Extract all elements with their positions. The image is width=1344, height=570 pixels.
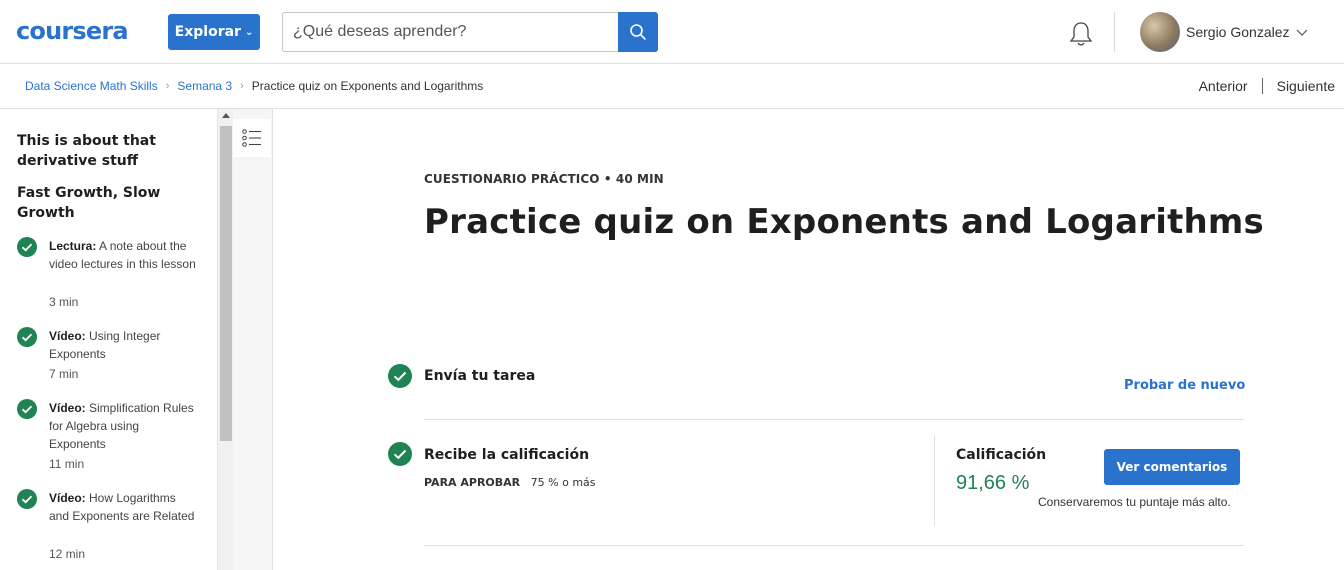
search-icon: [630, 24, 646, 40]
submit-step-label: Envía tu tarea: [424, 368, 536, 384]
user-name[interactable]: Sergio Gonzalez: [1186, 22, 1290, 42]
item-duration: 7 min: [49, 367, 79, 381]
grade-label: Calificación: [956, 447, 1047, 463]
item-type: Vídeo:: [49, 491, 86, 505]
check-circle-icon: [17, 399, 37, 419]
chevron-right-icon: ›: [165, 80, 170, 92]
nav-divider: [1261, 78, 1263, 94]
list-icon: [242, 129, 261, 147]
item-type: Vídeo:: [49, 329, 86, 343]
chevron-right-icon: ›: [240, 80, 244, 92]
item-text: Lectura: A note about the video lectures…: [49, 237, 199, 273]
breadcrumb-current: Practice quiz on Exponents and Logarithm…: [251, 79, 484, 93]
item-text: Vídeo: Using Integer Exponents: [49, 327, 199, 363]
view-feedback-button[interactable]: Ver comentarios: [1104, 449, 1240, 485]
check-circle-icon: [388, 364, 412, 388]
chevron-down-icon: ⌄: [244, 26, 254, 38]
item-duration: 3 min: [49, 295, 79, 309]
item-type: Vídeo:: [49, 401, 86, 415]
scrollbar-thumb[interactable]: [220, 126, 232, 441]
breadcrumb-bar: Data Science Math Skills › Semana 3 › Pr…: [0, 64, 1344, 109]
item-type: Lectura:: [49, 239, 97, 253]
explore-label: Explorar: [174, 24, 241, 40]
bell-icon[interactable]: [1068, 20, 1094, 48]
previous-link[interactable]: Anterior: [1199, 78, 1248, 94]
keep-highest-note: Conservaremos tu puntaje más alto.: [1038, 495, 1231, 509]
item-kicker: CUESTIONARIO PRÁCTICO • 40 MIN: [424, 172, 664, 186]
outline-toggle-column: [233, 109, 273, 570]
coursera-logo[interactable]: coursera: [16, 17, 129, 45]
grade-value: 91,66 %: [956, 472, 1030, 494]
item-text: Vídeo: How Logarithms and Exponents are …: [49, 489, 199, 525]
divider: [424, 545, 1244, 546]
scroll-up-icon[interactable]: [222, 113, 230, 118]
breadcrumb-course[interactable]: Data Science Math Skills: [25, 79, 158, 93]
chevron-down-icon[interactable]: [1296, 26, 1308, 38]
header-divider: [1114, 12, 1115, 52]
grade-divider: [934, 436, 935, 526]
prev-next-nav: Anterior Siguiente: [1199, 78, 1335, 94]
page-title: Practice quiz on Exponents and Logarithm…: [424, 202, 1264, 242]
section-title[interactable]: Fast Growth, Slow Growth: [17, 183, 207, 223]
explore-button[interactable]: Explorar ⌄: [168, 14, 260, 50]
pass-label: PARA APROBAR: [424, 476, 521, 489]
outline-toggle-button[interactable]: [233, 119, 271, 157]
item-duration: 12 min: [49, 547, 86, 561]
search-button[interactable]: [618, 12, 658, 52]
search-placeholder: ¿Qué deseas aprender?: [293, 23, 467, 40]
breadcrumb-week[interactable]: Semana 3: [177, 79, 232, 93]
check-circle-icon: [388, 442, 412, 466]
next-link[interactable]: Siguiente: [1277, 78, 1335, 94]
item-text: Vídeo: Simplification Rules for Algebra …: [49, 399, 199, 453]
retry-link[interactable]: Probar de nuevo: [1124, 378, 1245, 393]
grade-step-label: Recibe la calificación: [424, 447, 590, 463]
sidebar-scrollbar[interactable]: [217, 109, 233, 570]
search-input[interactable]: ¿Qué deseas aprender?: [282, 12, 619, 52]
course-outline-sidebar: This is about that derivative stuff Fast…: [0, 109, 217, 570]
top-header: coursera Explorar ⌄ ¿Qué deseas aprender…: [0, 0, 1344, 64]
section-title[interactable]: This is about that derivative stuff: [17, 131, 207, 171]
check-circle-icon: [17, 489, 37, 509]
pass-value: 75 % o más: [530, 476, 596, 489]
passing-requirement: PARA APROBAR 75 % o más: [424, 476, 596, 489]
view-feedback-label: Ver comentarios: [1116, 460, 1228, 474]
item-duration: 11 min: [49, 457, 85, 471]
divider: [424, 419, 1244, 420]
check-circle-icon: [17, 327, 37, 347]
avatar[interactable]: [1140, 12, 1180, 52]
breadcrumb: Data Science Math Skills › Semana 3 › Pr…: [25, 79, 483, 93]
check-circle-icon: [17, 237, 37, 257]
